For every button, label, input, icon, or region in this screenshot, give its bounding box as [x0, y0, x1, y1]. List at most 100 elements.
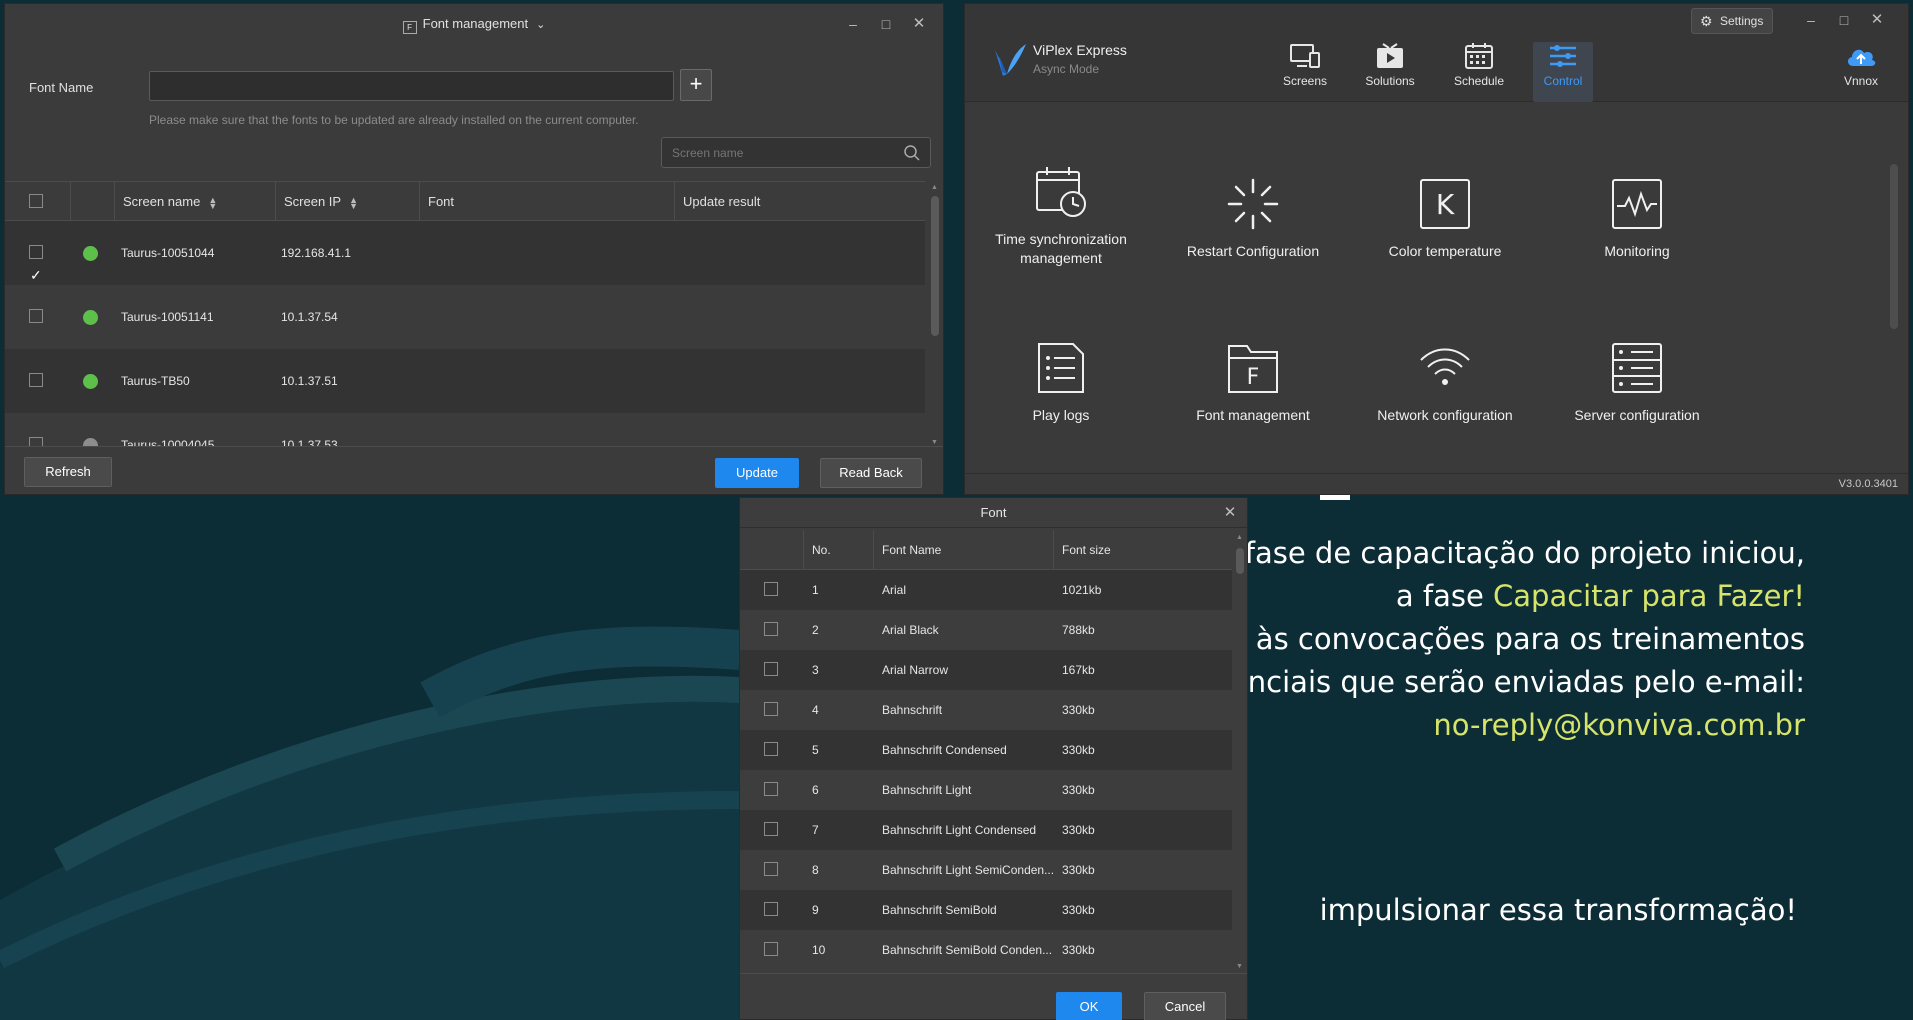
select-all-checkbox[interactable]: [29, 194, 43, 208]
status-column-header: [71, 182, 115, 222]
screen-search-input[interactable]: [661, 137, 931, 168]
font-size-cell: 330kb: [1062, 863, 1095, 877]
scrollbar-thumb[interactable]: [1236, 548, 1244, 574]
table-row[interactable]: 7 Bahnschrift Light Condensed 330kb: [740, 810, 1232, 850]
font-name-cell: Bahnschrift SemiBold Conden...: [882, 943, 1053, 957]
search-icon[interactable]: [903, 144, 921, 162]
table-scrollbar[interactable]: ▲ ▼: [929, 184, 941, 446]
minimize-button[interactable]: –: [1803, 12, 1819, 28]
update-button[interactable]: Update: [715, 458, 799, 488]
cancel-button[interactable]: Cancel: [1144, 992, 1226, 1020]
column-update-result: Update result: [683, 194, 761, 209]
row-checkbox[interactable]: [764, 662, 778, 676]
font-no-cell: 10: [812, 943, 826, 957]
tile-time-sync[interactable]: Time synchronization management: [976, 164, 1146, 268]
viplex-logo-icon: [995, 44, 1026, 76]
table-row[interactable]: Taurus-10004045 10.1.37.53: [5, 413, 925, 446]
tile-font-management[interactable]: F Font management: [1168, 340, 1338, 425]
tile-monitoring[interactable]: Monitoring: [1552, 176, 1722, 261]
tile-play-logs[interactable]: Play logs: [976, 340, 1146, 425]
refresh-button[interactable]: Refresh: [24, 457, 112, 487]
row-checkbox[interactable]: [764, 742, 778, 756]
close-button[interactable]: ✕: [1869, 12, 1885, 28]
row-checkbox[interactable]: [764, 942, 778, 956]
table-row[interactable]: 8 Bahnschrift Light SemiConden... 330kb: [740, 850, 1232, 890]
font-management-window: F Font management ⌄ – □ ✕ Font Name + Plea…: [4, 3, 944, 495]
add-font-button[interactable]: +: [680, 69, 712, 101]
sort-icon[interactable]: ▲ ▼: [349, 195, 358, 210]
scroll-up-icon[interactable]: ▲: [1236, 534, 1243, 541]
ok-button[interactable]: OK: [1056, 992, 1122, 1020]
tile-restart-configuration[interactable]: Restart Configuration: [1168, 176, 1338, 261]
row-checkbox[interactable]: [29, 437, 43, 446]
font-size-cell: 330kb: [1062, 943, 1095, 957]
settings-button[interactable]: ⚙ Settings: [1691, 8, 1773, 34]
screen-table-body: Taurus-10051044 192.168.41.1 Taurus-1005…: [5, 221, 925, 446]
table-row[interactable]: 3 Arial Narrow 167kb: [740, 650, 1232, 690]
tile-color-temperature[interactable]: K Color temperature: [1360, 176, 1530, 261]
font-size-cell: 167kb: [1062, 663, 1095, 677]
font-table-scrollbar[interactable]: ▲ ▼: [1234, 534, 1246, 970]
read-back-button[interactable]: Read Back: [820, 458, 922, 488]
status-online-icon: [83, 246, 98, 261]
font-name-input[interactable]: [149, 71, 674, 101]
font-no-cell: 4: [812, 703, 819, 717]
row-checkbox[interactable]: [29, 373, 43, 387]
scroll-up-icon[interactable]: ▲: [931, 184, 938, 191]
row-checkbox[interactable]: [764, 902, 778, 916]
font-name-cell: Bahnschrift Light Condensed: [882, 823, 1037, 837]
screen-ip-cell: 192.168.41.1: [281, 246, 352, 260]
nav-vnnox[interactable]: Vnnox: [1831, 42, 1891, 102]
maximize-button[interactable]: □: [1836, 12, 1852, 28]
table-row[interactable]: 1 Arial 1021kb: [740, 570, 1232, 610]
table-row[interactable]: 2 Arial Black 788kb: [740, 610, 1232, 650]
cloud-upload-icon: [1847, 49, 1876, 66]
scrollbar-thumb[interactable]: [931, 196, 939, 336]
table-row[interactable]: Taurus-10051044 192.168.41.1: [5, 221, 925, 307]
font-size-cell: 330kb: [1062, 703, 1095, 717]
status-offline-icon: [83, 438, 98, 446]
nav-control[interactable]: Control: [1533, 42, 1593, 102]
control-icon: [1550, 45, 1576, 67]
table-row[interactable]: 9 Bahnschrift SemiBold 330kb: [740, 890, 1232, 930]
chevron-down-icon[interactable]: ⌄: [536, 19, 545, 31]
table-row[interactable]: Taurus-10051141 10.1.37.54: [5, 285, 925, 349]
nav-solutions[interactable]: Solutions: [1360, 42, 1420, 102]
table-row[interactable]: 10 Bahnschrift SemiBold Conden... 330kb: [740, 930, 1232, 970]
viplex-scrollbar[interactable]: [1890, 164, 1898, 329]
minimize-button[interactable]: –: [845, 16, 861, 32]
tile-server-configuration[interactable]: Server configuration: [1552, 340, 1722, 425]
table-row[interactable]: Taurus-TB50 10.1.37.51: [5, 349, 925, 413]
row-checkbox[interactable]: [29, 309, 43, 323]
font-name-cell: Bahnschrift SemiBold: [882, 903, 997, 917]
table-row[interactable]: 6 Bahnschrift Light 330kb: [740, 770, 1232, 810]
tile-network-configuration[interactable]: Network configuration: [1360, 340, 1530, 425]
column-screen-ip[interactable]: Screen IP ▲ ▼: [276, 182, 420, 222]
row-checkbox[interactable]: [764, 782, 778, 796]
maximize-button[interactable]: □: [878, 16, 894, 32]
font-name-cell: Arial: [882, 583, 907, 597]
font-no-cell: 2: [812, 623, 819, 637]
close-button[interactable]: ✕: [911, 16, 927, 32]
row-checkbox[interactable]: [764, 862, 778, 876]
table-row[interactable]: 4 Bahnschrift 330kb: [740, 690, 1232, 730]
row-checkbox[interactable]: [764, 822, 778, 836]
nav-screens[interactable]: Screens: [1275, 42, 1335, 102]
column-screen-name[interactable]: Screen name ▲ ▼: [115, 182, 276, 222]
monitoring-icon: [1612, 179, 1662, 229]
nav-schedule[interactable]: Schedule: [1449, 42, 1509, 102]
screen-ip-cell: 10.1.37.54: [281, 310, 338, 324]
table-row[interactable]: 5 Bahnschrift Condensed 330kb: [740, 730, 1232, 770]
font-name-cell: Bahnschrift: [882, 703, 943, 717]
row-checkbox[interactable]: [29, 243, 43, 307]
row-checkbox[interactable]: [764, 702, 778, 716]
row-checkbox[interactable]: [764, 622, 778, 636]
font-table-header: No. Font Name Font size: [740, 530, 1232, 570]
scroll-down-icon[interactable]: ▼: [931, 439, 938, 446]
sort-icon[interactable]: ▲ ▼: [208, 195, 217, 210]
screen-name-cell: Taurus-10051044: [121, 246, 215, 260]
time-sync-icon: [1036, 167, 1086, 217]
scroll-down-icon[interactable]: ▼: [1236, 963, 1243, 970]
close-button[interactable]: ✕: [1222, 505, 1238, 521]
row-checkbox[interactable]: [764, 582, 778, 596]
